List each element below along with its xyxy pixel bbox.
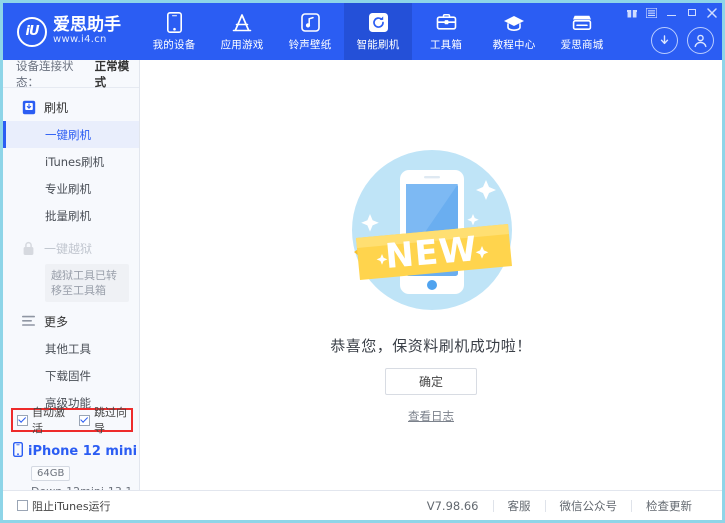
sidebar-item-one-key-flash[interactable]: 一键刷机: [3, 121, 139, 148]
checkbox-auto-activate[interactable]: 自动激活: [17, 404, 69, 436]
check-update-link[interactable]: 检查更新: [632, 498, 706, 514]
checkbox-skip-wizard[interactable]: 跳过向导: [79, 404, 131, 436]
close-button[interactable]: [706, 7, 717, 18]
sidebar-item-other-tools[interactable]: 其他工具: [3, 335, 139, 362]
sidebar-item-batch-flash[interactable]: 批量刷机: [3, 202, 139, 229]
phone-icon: [163, 12, 185, 34]
sidebar-group-more[interactable]: 更多: [3, 307, 139, 335]
flash-options-row: 自动激活 跳过向导: [11, 408, 133, 432]
connection-status: 设备连接状态：正常模式: [3, 60, 139, 88]
device-capacity-badge: 64GB: [31, 466, 70, 481]
store-icon: [571, 12, 593, 34]
tab-store[interactable]: 爱思商城: [548, 3, 616, 60]
tab-label: 铃声壁纸: [289, 37, 332, 52]
version-label: V7.98.66: [413, 499, 493, 513]
checkbox-label: 跳过向导: [94, 404, 131, 436]
tab-label: 教程中心: [493, 37, 536, 52]
main-content: NEW 恭喜您，保资料刷机成功啦！ 确定 查看日志: [140, 60, 722, 520]
brand-logo[interactable]: iU 爱思助手 www.i4.cn: [3, 3, 140, 60]
brand-name: 爱思助手: [53, 17, 121, 35]
tab-label: 我的设备: [153, 37, 196, 52]
application-window: iU 爱思助手 www.i4.cn 我的设备 应用游戏: [0, 0, 725, 523]
header-actions: [651, 27, 714, 54]
music-icon: [299, 12, 321, 34]
tab-tutorial-center[interactable]: 教程中心: [480, 3, 548, 60]
tab-label: 爱思商城: [561, 37, 604, 52]
menu-icon[interactable]: [646, 7, 657, 18]
svg-text:NEW: NEW: [384, 229, 479, 277]
tab-apps-games[interactable]: 应用游戏: [208, 3, 276, 60]
confirm-button[interactable]: 确定: [385, 368, 477, 395]
sidebar-item-itunes-flash[interactable]: iTunes刷机: [3, 148, 139, 175]
sidebar-item-pro-flash[interactable]: 专业刷机: [3, 175, 139, 202]
tab-toolbox[interactable]: 工具箱: [412, 3, 480, 60]
sidebar-item-label: 其他工具: [45, 341, 91, 357]
window-controls: [626, 7, 717, 18]
sidebar: 设备连接状态：正常模式 刷机 一键刷机 iTunes刷机 专业刷机 批量刷机 一…: [3, 60, 140, 520]
list-icon: [21, 314, 36, 329]
status-bar: 阻止iTunes运行 V7.98.66 客服 微信公众号 检查更新: [3, 490, 722, 520]
success-message: 恭喜您，保资料刷机成功啦！: [140, 335, 722, 356]
tab-label: 智能刷机: [357, 37, 400, 52]
sidebar-item-download-firmware[interactable]: 下载固件: [3, 362, 139, 389]
view-log-label: 查看日志: [408, 409, 454, 423]
checkbox-label: 自动激活: [32, 404, 69, 436]
logo-mark-icon: iU: [17, 17, 47, 47]
gift-icon[interactable]: [626, 7, 637, 18]
flash-phone-icon: [21, 100, 36, 115]
sidebar-item-label: 批量刷机: [45, 208, 91, 224]
connection-status-value: 正常模式: [95, 58, 139, 90]
user-avatar-icon[interactable]: [687, 27, 714, 54]
device-name: iPhone 12 mini: [28, 444, 137, 459]
sidebar-item-label: 下载固件: [45, 368, 91, 384]
sidebar-group-jailbreak: 一键越狱: [3, 234, 139, 262]
checkbox-block-itunes[interactable]: 阻止iTunes运行: [17, 498, 111, 514]
sidebar-item-label: 专业刷机: [45, 181, 91, 197]
app-header: iU 爱思助手 www.i4.cn 我的设备 应用游戏: [3, 3, 722, 60]
connection-status-label: 设备连接状态：: [16, 58, 94, 90]
checkbox-label: 阻止iTunes运行: [32, 498, 111, 514]
lock-icon: [21, 241, 36, 256]
phone-icon: [13, 442, 23, 461]
customer-service-link[interactable]: 客服: [494, 498, 545, 514]
wechat-official-link[interactable]: 微信公众号: [546, 498, 632, 514]
download-icon[interactable]: [651, 27, 678, 54]
checkbox-box[interactable]: [79, 415, 90, 426]
sidebar-group-label: 一键越狱: [44, 240, 92, 257]
checkbox-box[interactable]: [17, 500, 28, 511]
logo-mark-text: iU: [25, 24, 38, 39]
sidebar-group-label: 刷机: [44, 99, 68, 116]
jailbreak-moved-tooltip: 越狱工具已转移至工具箱: [45, 264, 129, 302]
tab-label: 应用游戏: [221, 37, 264, 52]
toolbox-icon: [435, 12, 457, 34]
checkbox-box[interactable]: [17, 415, 28, 426]
refresh-icon: [367, 12, 389, 34]
brand-url: www.i4.cn: [53, 35, 121, 46]
sidebar-item-label: 一键刷机: [45, 127, 91, 143]
sidebar-item-label: iTunes刷机: [45, 154, 104, 170]
minimize-button[interactable]: [666, 7, 677, 18]
view-log-link[interactable]: 查看日志: [140, 408, 722, 424]
tab-label: 工具箱: [430, 37, 462, 52]
graduation-cap-icon: [503, 12, 525, 34]
maximize-button[interactable]: [686, 7, 697, 18]
tab-smart-flash[interactable]: 智能刷机: [344, 3, 412, 60]
apps-icon: [231, 12, 253, 34]
sidebar-group-flash[interactable]: 刷机: [3, 93, 139, 121]
new-badge-phone-illustration: NEW: [344, 142, 520, 318]
tab-my-device[interactable]: 我的设备: [140, 3, 208, 60]
sidebar-group-label: 更多: [44, 313, 68, 330]
tab-ringtones-wallpaper[interactable]: 铃声壁纸: [276, 3, 344, 60]
